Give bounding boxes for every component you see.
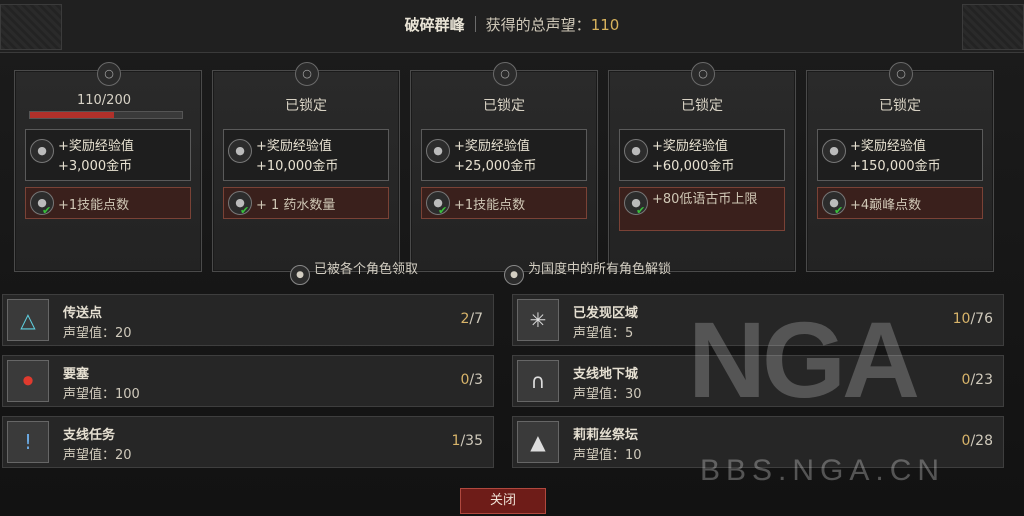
category-name: 传送点 — [63, 306, 103, 321]
bonus-reward: + 1 药水数量 — [256, 198, 336, 213]
realm-unlock-icon: ● — [504, 265, 524, 285]
legend-realm: ● 为国度中的所有角色解锁 — [504, 258, 671, 285]
claimed-icon: ● — [624, 139, 648, 163]
category-name: 要塞 — [63, 367, 90, 382]
bonus-reward-box: ● ✔ +1技能点数 — [25, 187, 191, 219]
category-name: 支线任务 — [63, 428, 116, 443]
tier-progress-text: 110/200 — [76, 93, 131, 108]
tier-status: 已锁定 — [681, 98, 723, 114]
reward-box: ● +奖励经验值 +10,000金币 — [223, 129, 389, 181]
lock-icon: ○ — [295, 62, 319, 86]
check-icon: ✔ — [240, 204, 250, 217]
category-name: 莉莉丝祭坛 — [573, 428, 639, 443]
reward-box: ● +奖励经验值 +150,000金币 — [817, 129, 983, 181]
dungeon-gate-icon: ∩ — [517, 360, 559, 402]
title-divider — [474, 16, 476, 32]
category-count: 0/3 — [460, 372, 483, 388]
renown-total: 110 — [590, 16, 620, 34]
tier-1[interactable]: ○ 110/200 ● +奖励经验值 +3,000金币 ● ✔ +1技能点数 — [14, 62, 202, 272]
claimed-icon: ● — [290, 265, 310, 285]
xp-reward: +奖励经验值 — [256, 139, 332, 154]
lock-icon: ○ — [97, 62, 121, 86]
category-renown: 声望值：30 — [573, 387, 642, 402]
claimed-icon: ● — [822, 139, 846, 163]
watermark-logo: NGA — [688, 299, 920, 420]
gold-reward: +3,000金币 — [58, 159, 133, 174]
category-renown: 声望值：20 — [63, 448, 132, 463]
category-renown: 声望值：5 — [573, 326, 634, 341]
lock-icon: ○ — [691, 62, 715, 86]
stronghold-icon: ⚫ — [7, 360, 49, 402]
xp-reward: +奖励经验值 — [652, 139, 728, 154]
bonus-reward: +4巅峰点数 — [850, 198, 922, 213]
tier-3[interactable]: ○ 已锁定 ● +奖励经验值 +25,000金币 ● ✔ +1技能点数 — [410, 62, 598, 272]
category-row[interactable]: △ 传送点 声望值：20 2/7 — [2, 294, 494, 346]
tier-status: 已锁定 — [483, 98, 525, 114]
tier-2[interactable]: ○ 已锁定 ● +奖励经验值 +10,000金币 ● ✔ + 1 药水数量 — [212, 62, 400, 272]
tier-status: 已锁定 — [285, 98, 327, 114]
category-renown: 声望值：100 — [63, 387, 140, 402]
claimed-icon: ● — [426, 139, 450, 163]
waypoint-icon: △ — [7, 299, 49, 341]
gold-reward: +60,000金币 — [652, 159, 735, 174]
lock-icon: ○ — [493, 62, 517, 86]
close-button[interactable]: 关闭 — [460, 488, 546, 514]
bonus-reward-box: ● ✔ + 1 药水数量 — [223, 187, 389, 219]
watermark-url: BBS.NGA.CN — [700, 454, 946, 487]
lock-icon: ○ — [889, 62, 913, 86]
category-row[interactable]: ⚫ 要塞 声望值：100 0/3 — [2, 355, 494, 407]
tier-progress-fill — [30, 112, 114, 118]
category-renown: 声望值：20 — [63, 326, 132, 341]
tier-status: 已锁定 — [879, 98, 921, 114]
page-title: 破碎群峰 获得的总声望：110 — [0, 14, 1024, 35]
region-name: 破碎群峰 — [404, 16, 465, 34]
category-count: 1/35 — [451, 433, 483, 449]
side-quest-icon: ! — [7, 421, 49, 463]
category-name: 已发现区域 — [573, 306, 639, 321]
reward-box: ● +奖励经验值 +25,000金币 — [421, 129, 587, 181]
check-icon: ✔ — [834, 204, 844, 217]
category-renown: 声望值：10 — [573, 448, 642, 463]
check-icon: ✔ — [636, 204, 646, 217]
legend-realm-label: 为国度中的所有角色解锁 — [528, 262, 672, 277]
tier-4[interactable]: ○ 已锁定 ● +奖励经验值 +60,000金币 ● ✔ +80低语古币上限 — [608, 62, 796, 272]
bonus-reward: +1技能点数 — [58, 198, 130, 213]
legend-claimed: ● 已被各个角色领取 — [290, 258, 418, 285]
bonus-reward: +1技能点数 — [454, 198, 526, 213]
bonus-reward-box: ● ✔ +80低语古币上限 — [619, 187, 785, 231]
claimed-icon: ● — [30, 139, 54, 163]
legend-claimed-label: 已被各个角色领取 — [314, 262, 419, 277]
xp-reward: +奖励经验值 — [58, 139, 134, 154]
category-name: 支线地下城 — [573, 367, 639, 382]
category-row[interactable]: ! 支线任务 声望值：20 1/35 — [2, 416, 494, 468]
bonus-reward-box: ● ✔ +4巅峰点数 — [817, 187, 983, 219]
xp-reward: +奖励经验值 — [454, 139, 530, 154]
category-count: 0/28 — [961, 433, 993, 449]
compass-icon: ✳ — [517, 299, 559, 341]
reward-tiers: ○ 110/200 ● +奖励经验值 +3,000金币 ● ✔ +1技能点数 ○… — [14, 58, 1004, 280]
check-icon: ✔ — [42, 204, 52, 217]
claimed-icon: ● — [228, 139, 252, 163]
category-count: 2/7 — [460, 311, 483, 327]
reward-box: ● +奖励经验值 +60,000金币 — [619, 129, 785, 181]
xp-reward: +奖励经验值 — [850, 139, 926, 154]
reward-box: ● +奖励经验值 +3,000金币 — [25, 129, 191, 181]
renown-window: 破碎群峰 获得的总声望：110 ○ 110/200 ● +奖励经验值 +3,000… — [0, 0, 1024, 516]
bonus-reward-box: ● ✔ +1技能点数 — [421, 187, 587, 219]
lilith-altar-icon: ▲ — [517, 421, 559, 463]
gold-reward: +25,000金币 — [454, 159, 537, 174]
check-icon: ✔ — [438, 204, 448, 217]
bonus-reward: +80低语古币上限 — [652, 192, 758, 207]
gold-reward: +10,000金币 — [256, 159, 339, 174]
tier-5[interactable]: ○ 已锁定 ● +奖励经验值 +150,000金币 ● ✔ +4巅峰点数 — [806, 62, 994, 272]
gold-reward: +150,000金币 — [850, 159, 941, 174]
tier-progress-bar — [29, 111, 183, 119]
renown-label: 获得的总声望： — [485, 16, 591, 34]
